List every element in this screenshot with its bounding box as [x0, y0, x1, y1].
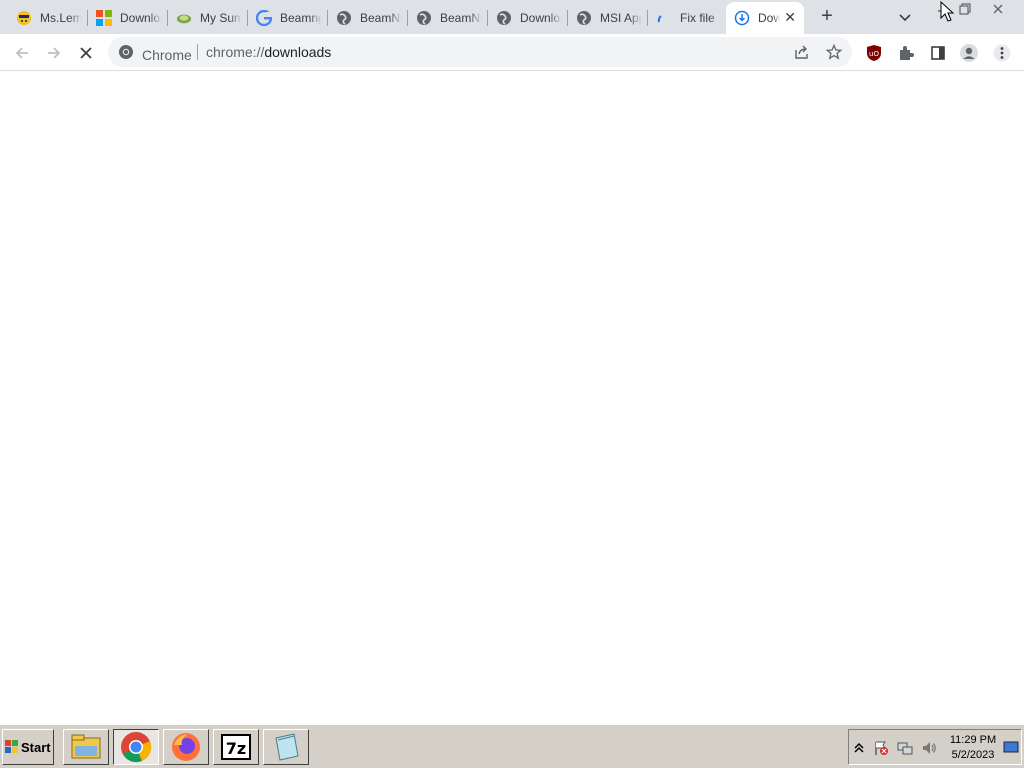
- ublock-origin-icon[interactable]: uO: [862, 41, 886, 65]
- start-button[interactable]: Start: [2, 729, 54, 765]
- lemon-face-icon: [16, 10, 32, 26]
- show-desktop-icon[interactable]: [1003, 739, 1019, 755]
- url-scheme: chrome://: [206, 44, 265, 60]
- forward-button[interactable]: [42, 41, 66, 65]
- globe-icon: [336, 10, 352, 26]
- globe-icon: [576, 10, 592, 26]
- 7zip-icon[interactable]: 7z: [213, 729, 259, 765]
- extensions-puzzle-icon[interactable]: [894, 41, 918, 65]
- omnibox-divider: [197, 44, 198, 60]
- clock[interactable]: 11:29 PM 5/2/2023: [945, 733, 1001, 763]
- tab-title: My Summer Car: [200, 11, 242, 25]
- url-path: downloads: [264, 44, 332, 60]
- tab-title: Downloads: [758, 11, 780, 25]
- download-progress-icon: [734, 10, 750, 26]
- 7zip-label: 7z: [226, 739, 246, 758]
- tab-title: BeamNG: [360, 11, 402, 25]
- tab-title: Ms.Lemons: [40, 11, 82, 25]
- chrome-menu-icon[interactable]: [990, 41, 1014, 65]
- tab-my-summer-car[interactable]: My Summer Car: [168, 4, 248, 32]
- tab-title: Beamng: [280, 11, 322, 25]
- globe-icon: [416, 10, 432, 26]
- new-tab-button[interactable]: +: [816, 6, 838, 28]
- clock-time: 11:29 PM: [949, 734, 997, 746]
- clock-date: 5/2/2023: [951, 749, 995, 761]
- mouse-cursor-icon: [940, 0, 955, 28]
- globe-icon: [496, 10, 512, 26]
- bookmark-star-icon[interactable]: [824, 42, 844, 62]
- network-icon[interactable]: [897, 740, 913, 756]
- start-label: Start: [21, 739, 51, 755]
- address-bar[interactable]: Chrome chrome://downloads: [108, 37, 852, 67]
- tab-title: Fix file: [680, 11, 715, 25]
- notepad-icon[interactable]: [263, 729, 309, 765]
- tab-msi-apps[interactable]: MSI Apps: [568, 4, 648, 32]
- tab-fix-file[interactable]: Fix file: [648, 4, 728, 32]
- tab-beamng-search[interactable]: Beamng: [248, 4, 328, 32]
- tab-search-chevron-icon[interactable]: [896, 8, 914, 26]
- loading-icon: [656, 10, 672, 26]
- file-explorer-icon[interactable]: [63, 729, 109, 765]
- volume-icon[interactable]: [921, 740, 937, 756]
- url-text[interactable]: chrome://downloads: [206, 44, 331, 60]
- tab-title: Downloads: [520, 11, 562, 25]
- tab-downloads-active[interactable]: Downloads ✕: [726, 2, 804, 34]
- share-icon[interactable]: [792, 42, 812, 62]
- tab-ms-lemons[interactable]: Ms.Lemons: [8, 4, 88, 32]
- windows-flag-icon: [5, 740, 19, 754]
- action-center-flag-icon[interactable]: [873, 740, 889, 756]
- tab-beamng-1[interactable]: BeamNG: [328, 4, 408, 32]
- show-hidden-icons-icon[interactable]: [851, 740, 867, 756]
- tab-title: Downloads: [120, 11, 162, 25]
- page-content: [0, 71, 1024, 724]
- tab-title: BeamNG: [440, 11, 482, 25]
- site-info-chip[interactable]: Chrome: [118, 44, 192, 65]
- back-button[interactable]: [10, 41, 34, 65]
- tab-close-icon[interactable]: ✕: [784, 10, 796, 24]
- firefox-icon[interactable]: [163, 729, 209, 765]
- site-chip-label: Chrome: [142, 46, 192, 63]
- profile-avatar-icon[interactable]: [957, 41, 981, 65]
- microsoft-logo-icon: [96, 10, 112, 26]
- tab-beamng-2[interactable]: BeamNG: [408, 4, 488, 32]
- chrome-icon[interactable]: [113, 729, 159, 765]
- restore-button[interactable]: [952, 0, 978, 18]
- side-panel-icon[interactable]: [926, 41, 950, 65]
- car-game-icon: [176, 10, 192, 26]
- system-tray: 11:29 PM 5/2/2023: [848, 729, 1022, 765]
- chrome-logo-icon: [118, 44, 134, 65]
- taskbar: Start 7z 11:29 PM 5/2/2023: [0, 724, 1024, 768]
- browser-toolbar: Chrome chrome://downloads uO: [0, 34, 1024, 71]
- close-window-button[interactable]: [985, 0, 1011, 18]
- svg-text:uO: uO: [869, 50, 879, 58]
- google-g-icon: [256, 10, 272, 26]
- stop-loading-button[interactable]: [74, 41, 98, 65]
- tab-title: MSI Apps: [600, 11, 642, 25]
- tab-strip: Ms.Lemons Downloads My Summer Car Beamng…: [0, 0, 1024, 34]
- tab-downloads-ms[interactable]: Downloads: [88, 4, 168, 32]
- tab-downloads-2[interactable]: Downloads: [488, 4, 568, 32]
